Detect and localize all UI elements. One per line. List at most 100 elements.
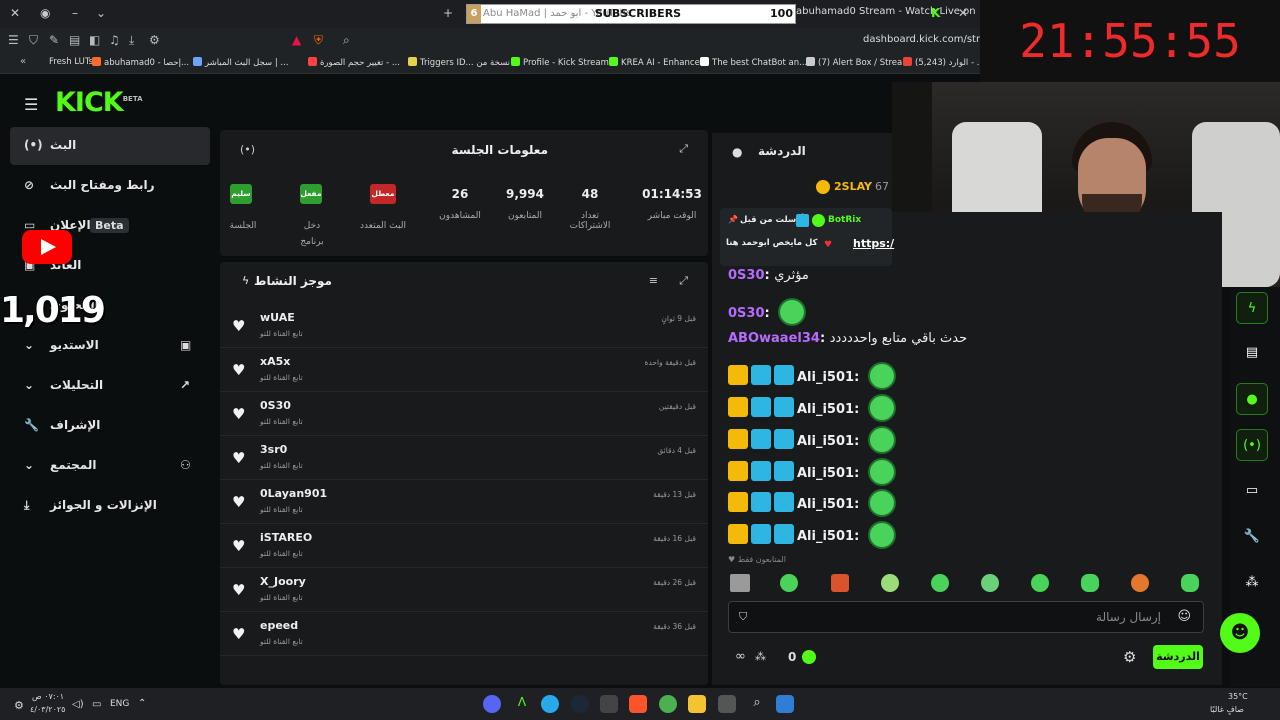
emote-icon[interactable] (831, 574, 849, 592)
bookmark-item[interactable]: The best ChatBot an... (700, 57, 807, 68)
chrome-icon[interactable] (659, 695, 677, 713)
windows-start-icon[interactable] (776, 695, 794, 713)
folder-icon[interactable] (688, 695, 706, 713)
store-icon[interactable] (600, 695, 618, 713)
broadcast-icon[interactable]: (•) (1236, 429, 1268, 461)
chat-bubble-icon[interactable]: ● (1236, 383, 1268, 415)
emote-icon[interactable] (1131, 574, 1149, 592)
steam-icon[interactable] (571, 695, 589, 713)
bookmark-item[interactable]: Triggers ID... نسخة من (408, 57, 510, 68)
sidebar-item-moderation[interactable]: 🔧 الإشراف (10, 407, 210, 445)
help-bubble-icon[interactable]: ☻ (1220, 613, 1260, 653)
expand-icon[interactable]: ⤢ (679, 274, 688, 288)
studio-icon: ▣ (180, 338, 192, 352)
filter-icon[interactable]: ≡ (649, 274, 658, 287)
share-icon[interactable]: ⁂ (1236, 567, 1268, 599)
moderator-badge-icon (774, 397, 794, 417)
wrench-icon[interactable]: 🔧 (1236, 521, 1268, 553)
emote-icon[interactable] (981, 574, 999, 592)
record-icon[interactable]: ◉ (40, 6, 50, 20)
video-icon[interactable]: ▭ (1236, 475, 1268, 507)
sidebar-item-stream-key[interactable]: ⊘ رابط ومفتاح البث (10, 167, 210, 205)
sidebar-item-drops[interactable]: ⤓ الإنزالات و الجوائز (10, 487, 210, 525)
warning-icon[interactable]: ▲ (292, 33, 301, 47)
minimize-icon[interactable]: – (72, 6, 78, 20)
document-icon[interactable]: ▤ (1236, 337, 1268, 369)
sidebar-item-studio[interactable]: ⌄ الاستديو ▣ (10, 327, 210, 365)
multistream-label: البث المتعدد (360, 221, 406, 231)
brave-icon[interactable]: ⛨ (314, 33, 323, 48)
chevron-up-icon[interactable]: ⌃ (138, 698, 146, 709)
brave-icon[interactable] (629, 695, 647, 713)
bookmarks-chevron-icon[interactable]: « (20, 56, 26, 67)
close-icon[interactable]: ✕ (10, 6, 20, 20)
chat-input[interactable]: ⛉ إرسال رسالة ☺ (728, 601, 1204, 633)
settings-icon[interactable]: ⚙ (149, 33, 160, 47)
crown-badge-icon (728, 397, 748, 417)
verified-icon (812, 214, 825, 227)
app-icon[interactable]: Λ (513, 695, 531, 713)
bookmark-item[interactable]: abuhamad0 - إحصا... (92, 57, 189, 68)
tab-close-icon[interactable]: ✕ (958, 6, 968, 20)
tab-youtube[interactable]: 6 Abu HaMad | ابو حمد - YouTube SUBSCRIB… (466, 4, 796, 24)
emote-icon[interactable] (1081, 574, 1099, 592)
download-icon[interactable]: ⤓ (129, 33, 134, 48)
chevron-down-icon[interactable]: ⌄ (96, 6, 106, 20)
pinned-by-label: أرسلت من قبل (740, 215, 805, 225)
partner-badge: مفعل (300, 184, 322, 204)
emote-icon[interactable] (780, 574, 798, 592)
shield-icon[interactable]: ⛉ (29, 33, 38, 48)
menu-icon[interactable]: ☰ (8, 33, 19, 47)
sidebar-icon[interactable]: ◧ (89, 33, 100, 47)
bookmark-item[interactable]: KREA AI - Enhancer (609, 57, 703, 68)
session-info-title: معلومات الجلسة (451, 143, 548, 157)
search-icon[interactable]: ⌕ (343, 33, 350, 48)
bookmark-favicon-icon (700, 57, 709, 66)
emoji-icon[interactable]: ☺ (1177, 609, 1191, 624)
og-badge-icon (751, 365, 771, 385)
send-chat-button[interactable]: الدردشة (1153, 645, 1203, 669)
heart-icon: ♥ (232, 537, 246, 555)
pinned-message[interactable]: 📌 أرسلت من قبل BotRix كل مايخص ابوحمد هن… (720, 208, 894, 266)
hamburger-menu-icon[interactable]: ☰ (24, 95, 38, 114)
app-icon[interactable] (718, 695, 736, 713)
kick-logo[interactable]: KICKBETA (55, 87, 143, 118)
moderator-badge-icon (774, 365, 794, 385)
emote-icon[interactable] (1031, 574, 1049, 592)
lightning-icon[interactable]: ϟ (1236, 292, 1268, 324)
emote-icon[interactable] (931, 574, 949, 592)
discord-icon[interactable] (483, 695, 501, 713)
shield-icon[interactable]: ⛉ (739, 610, 747, 624)
music-icon[interactable]: ♫ (109, 33, 120, 47)
extension-icon[interactable]: ✎ (49, 33, 59, 47)
bookmark-item[interactable]: (7) Alert Box / Strea... (806, 57, 910, 68)
telegram-icon[interactable] (541, 695, 559, 713)
tab-kick[interactable]: abuhamad0 Stream - Watch Live on (796, 6, 976, 17)
new-tab-icon[interactable]: + (443, 6, 453, 20)
settings-icon[interactable]: ⚙ (14, 699, 24, 712)
tabs-icon[interactable]: ▤ (69, 33, 80, 47)
emote-icon[interactable] (1181, 574, 1199, 592)
emote-icon[interactable] (730, 574, 750, 592)
bookmark-item[interactable]: Fresh LUTs (49, 57, 93, 67)
bookmark-item[interactable]: Profile - Kick Stream... (511, 57, 617, 68)
sidebar-item-community[interactable]: ⌄ المجتمع ⚇ (10, 447, 210, 485)
broadcast-icon: (•) (240, 143, 256, 156)
settings-icon[interactable]: ⚙ (1123, 648, 1136, 666)
bookmark-item[interactable]: سجل البث المباشر | ... (193, 57, 289, 68)
points-icon: ⁂ (755, 650, 766, 663)
emote-icon (778, 298, 807, 326)
pinned-link[interactable]: https:/ (853, 237, 894, 250)
sidebar-item-analytics[interactable]: ⌄ التحليلات ↗ (10, 367, 210, 405)
search-icon[interactable]: ⌕ (748, 695, 766, 713)
bookmark-item[interactable]: تغيير حجم الصورة - ... (308, 57, 400, 68)
sidebar-item-stream[interactable]: (•) البث (10, 127, 210, 165)
emote-icon[interactable] (881, 574, 899, 592)
language-indicator[interactable]: ENG (110, 699, 129, 709)
chat-message: Ali_i501: (728, 426, 896, 454)
volume-icon[interactable]: ◁) (72, 699, 84, 710)
network-icon[interactable]: ▭ (92, 699, 101, 710)
heart-icon: ♥ (824, 240, 833, 250)
expand-icon[interactable]: ⤢ (679, 142, 688, 156)
bookmark-item[interactable]: (5,243) الوارد - ... (903, 57, 985, 68)
